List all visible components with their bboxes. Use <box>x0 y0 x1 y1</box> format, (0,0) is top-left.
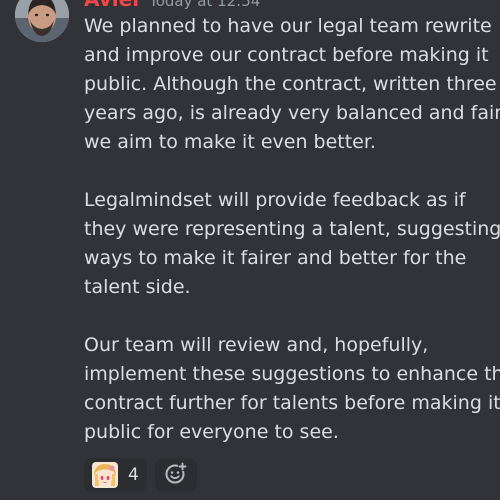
message-line: We planned to have our legal team rewrit… <box>84 15 492 37</box>
message-paragraph: We planned to have our legal team rewrit… <box>84 12 500 157</box>
message-line: talent side. <box>84 276 191 298</box>
message-line: public for everyone to see. <box>84 421 339 443</box>
chat-message-view: Aviel Today at 12:54 We planned to have o… <box>0 0 500 500</box>
reactions-bar: 4 <box>84 458 197 492</box>
username[interactable]: Aviel <box>84 0 139 11</box>
reaction-button[interactable]: 4 <box>84 458 147 492</box>
message-paragraph: Legalmindset will provide feedback as if… <box>84 186 500 302</box>
message-line: and improve our contract before making i… <box>84 44 489 66</box>
message-body: We planned to have our legal team rewrit… <box>84 12 500 447</box>
message-line: public. Although the contract, written t… <box>84 73 497 95</box>
message-line: contract further for talents before maki… <box>84 392 500 414</box>
add-reaction-icon <box>164 461 188 489</box>
message-paragraph: Our team will review and, hopefully, imp… <box>84 331 500 447</box>
message-line: Legalmindset will provide feedback as if <box>84 189 466 211</box>
user-avatar-photo <box>15 0 69 42</box>
add-reaction-button[interactable] <box>154 458 197 492</box>
anime-character-emoji-icon <box>92 462 118 488</box>
message-line: they were representing a talent, suggest… <box>84 218 500 240</box>
message-header: Aviel Today at 12:54 <box>84 0 260 11</box>
message-line: years ago, is already very balanced and … <box>84 102 500 124</box>
timestamp: Today at 12:54 <box>149 0 261 10</box>
avatar[interactable] <box>15 0 69 42</box>
message-line: implement these suggestions to enhance t… <box>84 363 500 385</box>
reaction-count: 4 <box>128 465 139 485</box>
message-line: ways to make it fairer and better for th… <box>84 247 467 269</box>
message-line: Our team will review and, hopefully, <box>84 334 429 356</box>
message-line: we aim to make it even better. <box>84 131 376 153</box>
